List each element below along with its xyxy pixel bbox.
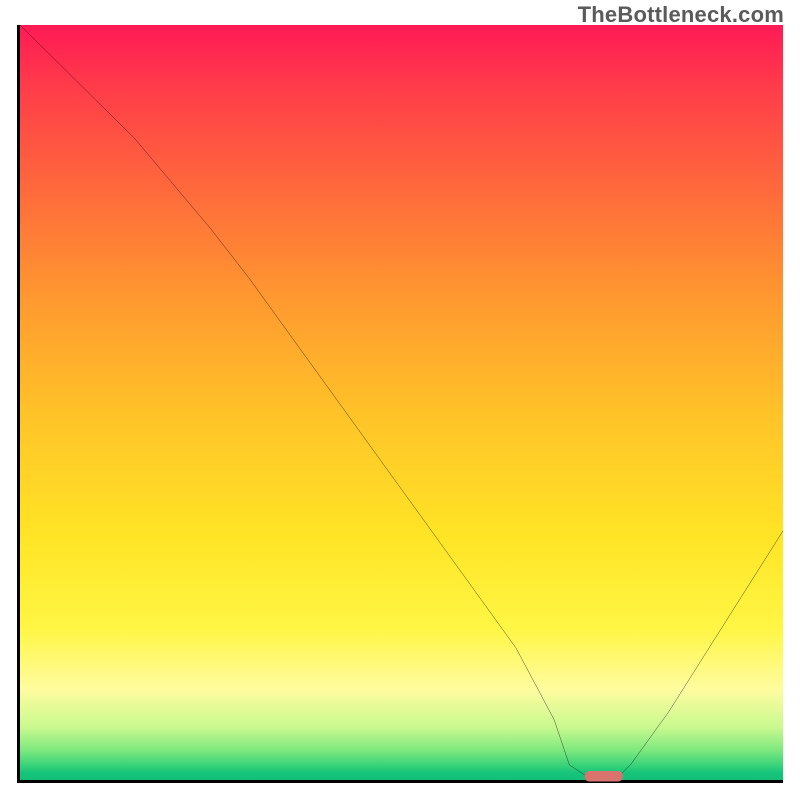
plot-area	[17, 25, 783, 783]
bottleneck-curve	[20, 25, 783, 780]
optimum-marker	[585, 771, 623, 782]
curve-layer	[20, 25, 783, 780]
chart-container: TheBottleneck.com	[0, 0, 800, 800]
